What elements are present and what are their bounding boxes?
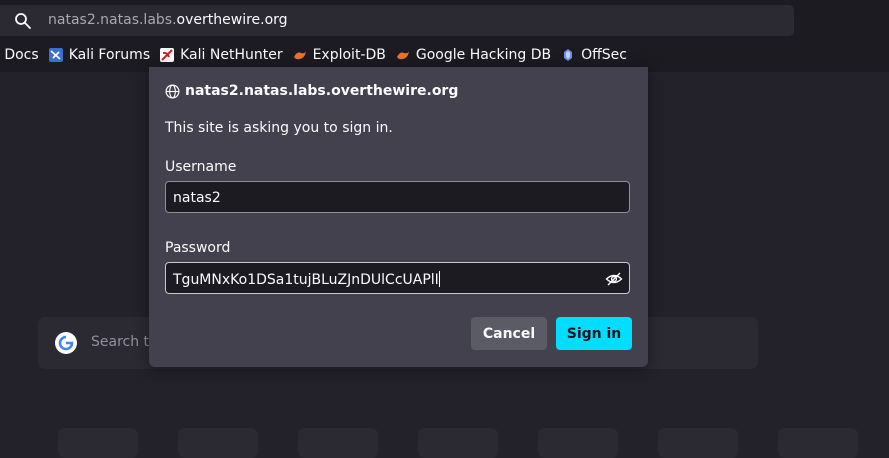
top-site-tile[interactable]	[778, 428, 858, 458]
top-site-tile[interactable]	[178, 428, 258, 458]
kali-forums-icon	[48, 48, 63, 62]
bookmark-label: i Docs	[0, 47, 39, 63]
url-domain: overthewire.org	[176, 12, 288, 28]
bookmark-offsec[interactable]: OffSec	[561, 47, 627, 63]
address-bar[interactable]: natas2.natas.labs.overthewire.org	[0, 5, 794, 36]
bookmark-kali-docs[interactable]: i Docs	[0, 47, 39, 63]
browser-toolbar: natas2.natas.labs.overthewire.org i Docs…	[0, 0, 889, 72]
top-site-tile[interactable]	[298, 428, 378, 458]
password-label: Password	[165, 240, 231, 256]
hide-password-icon[interactable]	[605, 270, 623, 288]
bookmark-label: OffSec	[581, 47, 627, 63]
username-label: Username	[165, 159, 237, 175]
bookmark-kali-forums[interactable]: Kali Forums	[48, 47, 151, 63]
top-site-tile[interactable]	[538, 428, 618, 458]
text-caret	[438, 271, 440, 287]
sign-in-button[interactable]: Sign in	[556, 317, 632, 350]
top-site-tile[interactable]	[418, 428, 498, 458]
kali-nethunter-icon	[160, 48, 175, 62]
username-field[interactable]: natas2	[165, 181, 630, 213]
bookmarks-toolbar: i Docs Kali Forums Kali NetHunter Exploi…	[0, 44, 637, 66]
newtab-search-placeholder: Search t	[91, 334, 150, 350]
bookmark-label: Exploit-DB	[312, 47, 386, 63]
bookmark-google-hacking-db[interactable]: Google Hacking DB	[396, 47, 551, 63]
dialog-origin: natas2.natas.labs.overthewire.org	[165, 83, 458, 99]
top-site-tile[interactable]	[58, 428, 138, 458]
bookmark-kali-nethunter[interactable]: Kali NetHunter	[160, 47, 283, 63]
bookmark-label: Google Hacking DB	[415, 47, 552, 63]
exploit-db-icon	[293, 51, 306, 60]
bookmark-label: Kali NetHunter	[180, 47, 283, 63]
url-prefix: natas2.natas.labs.	[48, 12, 177, 28]
dialog-origin-text: natas2.natas.labs.overthewire.org	[185, 83, 459, 99]
offsec-icon	[564, 49, 573, 61]
search-icon	[15, 13, 31, 29]
username-value: natas2	[173, 190, 221, 206]
auth-dialog: natas2.natas.labs.overthewire.org This s…	[149, 67, 648, 367]
top-site-tile[interactable]	[658, 428, 738, 458]
bookmark-exploit-db[interactable]: Exploit-DB	[293, 47, 386, 63]
google-icon	[55, 332, 77, 354]
google-hacking-db-icon	[396, 51, 409, 60]
globe-icon	[165, 84, 180, 98]
url-text[interactable]: natas2.natas.labs.overthewire.org	[48, 12, 288, 28]
dialog-message: This site is asking you to sign in.	[165, 120, 393, 136]
bookmark-label: Kali Forums	[68, 47, 151, 63]
password-field[interactable]: TguMNxKo1DSa1tujBLuZJnDUlCcUAPlI	[165, 262, 630, 294]
cancel-button[interactable]: Cancel	[471, 317, 547, 350]
password-value: TguMNxKo1DSa1tujBLuZJnDUlCcUAPlI	[173, 272, 439, 288]
